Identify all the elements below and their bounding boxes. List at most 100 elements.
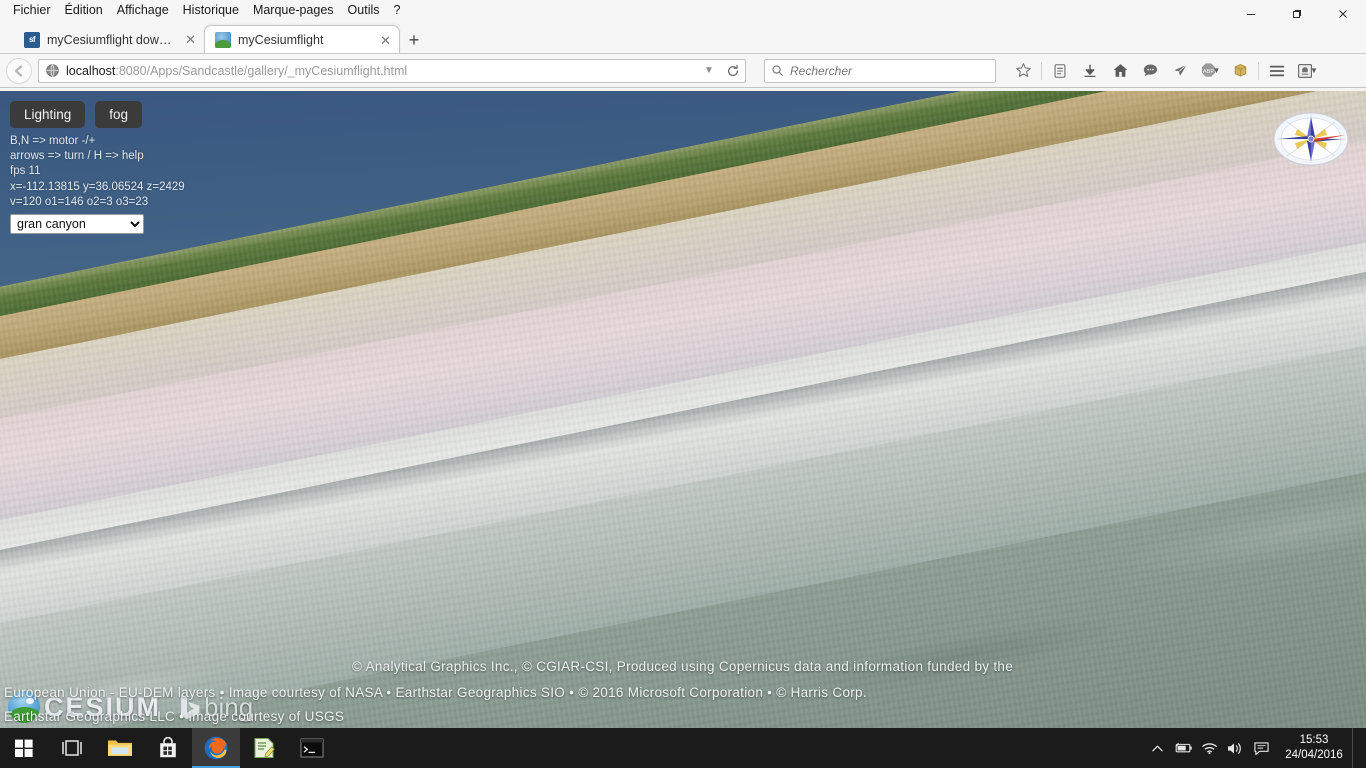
volume-icon [1226, 741, 1244, 756]
search-input[interactable] [790, 64, 989, 78]
download-icon [1082, 63, 1098, 79]
url-text: localhost:8080/Apps/Sandcastle/gallery/_… [66, 64, 694, 78]
restore-icon [1291, 8, 1303, 20]
chevron-down-icon[interactable]: ▼ [1310, 66, 1318, 75]
command-prompt-button[interactable] [288, 728, 336, 768]
autocomplete-dropmarker-icon[interactable]: ▼ [700, 65, 718, 76]
volume-button[interactable] [1222, 728, 1248, 768]
menu-outils[interactable]: Outils [341, 1, 387, 19]
menu-edition[interactable]: Édition [58, 1, 110, 19]
menu-aide[interactable]: ? [387, 1, 408, 19]
downloads-button[interactable] [1075, 57, 1105, 85]
firefox-window: Fichier Édition Affichage Historique Mar… [0, 0, 1366, 728]
firefox-icon [203, 735, 229, 761]
system-tray: 15:53 24/04/2016 [1144, 728, 1366, 768]
bookmark-star-button[interactable] [1008, 57, 1038, 85]
sourceforge-favicon: sf [24, 32, 40, 48]
tab-close-icon[interactable]: ✕ [376, 34, 391, 47]
attribution-line-1: © Analytical Graphics Inc., © CGIAR-CSI,… [352, 659, 1362, 674]
shield-addon-button[interactable]: ▼ [1292, 57, 1322, 85]
notepadpp-button[interactable] [240, 728, 288, 768]
menu-bar: Fichier Édition Affichage Historique Mar… [0, 0, 1366, 20]
send-tab-button[interactable] [1165, 57, 1195, 85]
folder-icon [107, 737, 133, 759]
task-view-icon [61, 738, 83, 758]
windows-logo-icon [14, 738, 34, 758]
chat-button[interactable] [1135, 57, 1165, 85]
search-bar[interactable] [764, 59, 996, 83]
menu-marque-pages[interactable]: Marque-pages [246, 1, 341, 19]
menu-edition-label: Édition [65, 3, 103, 17]
store-bag-icon [157, 737, 179, 759]
back-button[interactable] [6, 58, 32, 84]
hamburger-icon [1268, 62, 1286, 80]
menu-hamburger-button[interactable] [1262, 57, 1292, 85]
compass-icon [1271, 109, 1351, 169]
attribution-line-3: Earthstar Geographics LLC • Image courte… [4, 709, 1362, 724]
back-arrow-icon [11, 63, 27, 79]
hud-line-velocity-orientation: v=120 o1=146 o2=3 o3=23 [10, 195, 185, 210]
navigation-toolbar: localhost:8080/Apps/Sandcastle/gallery/_… [0, 54, 1366, 88]
globe-icon [45, 63, 60, 78]
notification-icon [1253, 741, 1270, 756]
paper-plane-icon [1172, 62, 1189, 79]
clock-date: 24/04/2016 [1285, 748, 1343, 763]
battery-button[interactable] [1170, 728, 1196, 768]
search-icon [771, 64, 784, 77]
menu-affichage-label: Affichage [117, 3, 169, 17]
firefox-button[interactable] [192, 728, 240, 768]
chevron-down-icon[interactable]: ▼ [1213, 66, 1221, 75]
cesium-viewport[interactable]: Lighting fog B,N => motor -/+ arrows => … [0, 91, 1366, 728]
show-hidden-icons-button[interactable] [1144, 728, 1170, 768]
new-tab-button[interactable]: + [400, 26, 428, 54]
location-select[interactable]: gran canyon [10, 214, 144, 234]
home-icon [1112, 62, 1129, 79]
home-button[interactable] [1105, 57, 1135, 85]
hud-button-row: Lighting fog [10, 101, 185, 128]
menu-aide-label: ? [394, 3, 401, 17]
taskbar-clock[interactable]: 15:53 24/04/2016 [1274, 733, 1352, 763]
menu-affichage[interactable]: Affichage [110, 1, 176, 19]
microsoft-store-button[interactable] [144, 728, 192, 768]
windows-taskbar: 15:53 24/04/2016 [0, 728, 1366, 768]
reading-list-button[interactable] [1045, 57, 1075, 85]
toolbar-divider [1041, 62, 1042, 80]
action-center-button[interactable] [1248, 728, 1274, 768]
reload-button[interactable] [724, 64, 742, 78]
reload-icon [726, 64, 740, 78]
tab-title: myCesiumflight download... [47, 33, 174, 47]
clock-time: 15:53 [1300, 733, 1329, 748]
url-host: localhost [66, 64, 115, 78]
file-explorer-button[interactable] [96, 728, 144, 768]
battery-icon [1173, 741, 1193, 755]
extension-button[interactable] [1225, 57, 1255, 85]
menu-fichier[interactable]: Fichier [6, 1, 58, 19]
adblockplus-button[interactable]: ABP ▼ [1195, 57, 1225, 85]
fog-button[interactable]: fog [95, 101, 142, 128]
tab-mycesiumflight[interactable]: myCesiumflight ✕ [204, 25, 400, 54]
hud-line-controls: arrows => turn / H => help [10, 149, 185, 164]
chevron-up-icon [1151, 742, 1164, 755]
navigation-compass[interactable] [1271, 109, 1351, 169]
close-icon [1337, 8, 1349, 20]
show-desktop-button[interactable] [1352, 728, 1360, 768]
tab-title: myCesiumflight [238, 33, 369, 47]
desktop: Fichier Édition Affichage Historique Mar… [0, 0, 1366, 768]
tabstrip-divider [0, 53, 1366, 54]
cesium-hud: Lighting fog B,N => motor -/+ arrows => … [10, 101, 185, 234]
start-button[interactable] [0, 728, 48, 768]
chat-icon [1142, 62, 1159, 79]
menu-historique[interactable]: Historique [176, 1, 246, 19]
attribution-line-2: European Union - EU-DEM layers • Image c… [4, 685, 1362, 700]
lighting-button[interactable]: Lighting [10, 101, 85, 128]
toolbar-divider [1258, 62, 1259, 80]
address-bar[interactable]: localhost:8080/Apps/Sandcastle/gallery/_… [38, 59, 746, 83]
tab-close-icon[interactable]: ✕ [181, 33, 196, 46]
tab-mycesiumflight-download[interactable]: sf myCesiumflight download... ✕ [14, 25, 204, 54]
network-button[interactable] [1196, 728, 1222, 768]
list-icon [1052, 63, 1068, 79]
tab-strip: sf myCesiumflight download... ✕ myCesium… [0, 20, 1366, 54]
menu-outils-label: Outils [348, 3, 380, 17]
task-view-button[interactable] [48, 728, 96, 768]
url-path: :8080/Apps/Sandcastle/gallery/_myCesiumf… [115, 64, 407, 78]
